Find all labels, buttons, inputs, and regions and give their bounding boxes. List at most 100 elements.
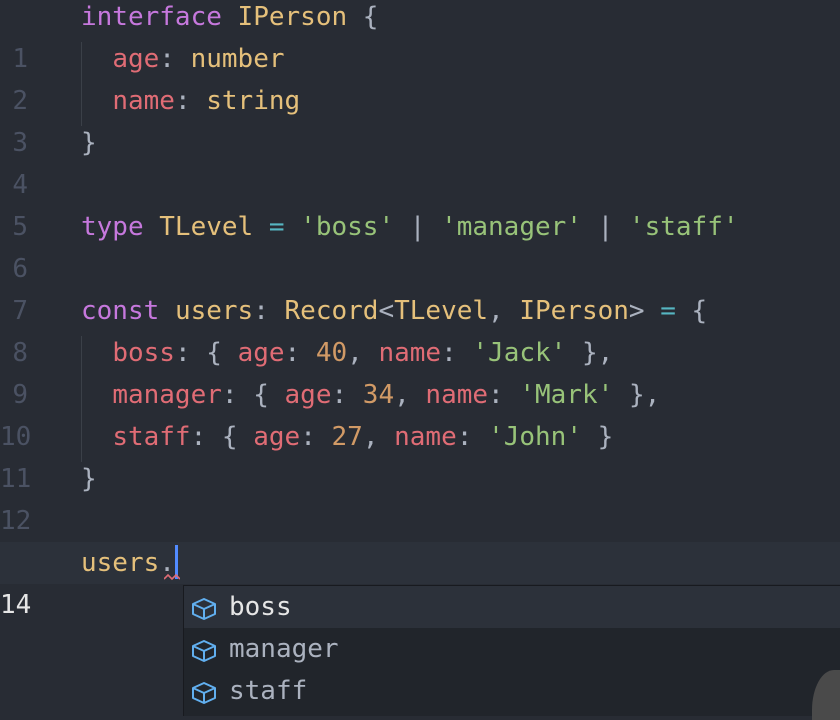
code-line[interactable]: 13 (0, 500, 840, 578)
code-line[interactable]: 3 name: string (0, 80, 840, 158)
code-line[interactable]: 12 } (0, 458, 840, 536)
string-token: 'manager' (441, 212, 582, 242)
code-line[interactable]: 2 age: number (0, 38, 840, 116)
line-content[interactable]: type TLevel = 'boss' | 'manager' | 'staf… (81, 206, 739, 248)
type-token: TLevel (394, 296, 489, 326)
number-token: 34 (362, 380, 395, 410)
colon-token: : (488, 380, 504, 410)
keyword-token: const (81, 296, 160, 326)
colon-token: : (456, 422, 473, 452)
type-name-token: TLevel (159, 212, 254, 242)
code-line[interactable]: 7 (0, 248, 840, 326)
property-cube-icon (192, 598, 216, 620)
suggestion-label: manager (229, 634, 339, 664)
colon-token: : (221, 380, 238, 410)
pipe-token: | (597, 212, 614, 242)
pipe-token: | (409, 212, 426, 242)
suggestion-label: boss (229, 592, 292, 622)
property-token: name (394, 422, 457, 452)
code-editor[interactable]: 1 interface IPerson { 2 age: number 3 na… (0, 0, 840, 720)
type-token: string (206, 86, 301, 116)
colon-token: : (284, 338, 301, 368)
comma-token: , (394, 380, 410, 410)
line-content[interactable]: staff: { age: 27, name: 'John' } (81, 416, 613, 458)
line-content[interactable]: interface IPerson { (81, 0, 378, 38)
property-token: age (112, 44, 160, 74)
brace-token: { (253, 380, 269, 410)
colon-token: : (253, 296, 269, 326)
comma-token: , (362, 422, 379, 452)
brace-token: { (221, 422, 238, 452)
variable-token: users (81, 548, 160, 578)
property-token: age (237, 338, 285, 368)
colon-token: : (159, 44, 175, 74)
variable-token: users (174, 296, 254, 326)
property-token: boss (112, 338, 175, 368)
code-line[interactable]: 11 staff: { age: 27, name: 'John' } (0, 416, 840, 494)
comma-token: , (488, 296, 504, 326)
string-token: 'Mark' (519, 380, 614, 410)
code-line[interactable]: 8 const users: Record<TLevel, IPerson> =… (0, 290, 840, 368)
property-cube-icon (192, 682, 216, 704)
number-token: 40 (315, 338, 348, 368)
property-token: name (425, 380, 489, 410)
brace-token: }, (581, 338, 614, 368)
code-line[interactable]: 1 interface IPerson { (0, 0, 840, 74)
comma-token: , (347, 338, 363, 368)
suggestion-item-manager[interactable]: manager (184, 628, 840, 670)
line-content[interactable]: age: number (81, 38, 285, 80)
colon-token: : (174, 86, 191, 116)
code-line[interactable]: 6 type TLevel = 'boss' | 'manager' | 'st… (0, 206, 840, 284)
brace-token: { (362, 2, 379, 32)
property-token: name (378, 338, 442, 368)
suggestion-item-boss[interactable]: boss (184, 586, 840, 628)
property-cube-icon (192, 640, 216, 662)
brace-token: } (81, 464, 97, 494)
line-content[interactable]: } (81, 458, 97, 500)
number-token: 27 (331, 422, 363, 452)
line-content[interactable]: manager: { age: 34, name: 'Mark' }, (81, 374, 660, 416)
property-token: manager (112, 380, 222, 410)
line-content[interactable]: const users: Record<TLevel, IPerson> = { (81, 290, 707, 332)
string-token: 'Jack' (472, 338, 567, 368)
brace-token: }, (628, 380, 661, 410)
code-line[interactable]: 5 (0, 164, 840, 242)
colon-token: : (190, 422, 207, 452)
suggestion-label: staff (229, 676, 308, 706)
property-token: name (112, 86, 175, 116)
type-token: number (190, 44, 285, 74)
type-token: Record (284, 296, 379, 326)
operator-token: = (660, 296, 676, 326)
property-token: staff (112, 422, 191, 452)
keyword-token: interface (81, 2, 222, 32)
code-line[interactable]: 10 manager: { age: 34, name: 'Mark' }, (0, 374, 840, 452)
code-line[interactable]: 9 boss: { age: 40, name: 'Jack' }, (0, 332, 840, 410)
brace-token: } (81, 128, 97, 158)
string-token: 'boss' (300, 212, 395, 242)
angle-bracket-token: > (628, 296, 645, 326)
autocomplete-suggestions[interactable]: boss manager staff (183, 585, 840, 716)
code-line-active[interactable]: 14 users. (0, 542, 840, 620)
line-number: 14 (0, 590, 32, 620)
error-squiggle-icon (164, 573, 180, 581)
colon-token: : (331, 380, 348, 410)
suggestion-item-staff[interactable]: staff (184, 670, 840, 712)
line-content[interactable]: } (81, 122, 97, 164)
operator-token: = (268, 212, 285, 242)
property-token: age (284, 380, 332, 410)
code-line[interactable]: 4 } (0, 122, 840, 200)
brace-token: { (691, 296, 708, 326)
string-token: 'staff' (628, 212, 739, 242)
type-name-token: IPerson (237, 2, 348, 32)
property-token: age (253, 422, 301, 452)
line-content[interactable]: boss: { age: 40, name: 'Jack' }, (81, 332, 613, 374)
angle-bracket-token: < (378, 296, 395, 326)
colon-token: : (441, 338, 457, 368)
brace-token: { (206, 338, 222, 368)
colon-token: : (300, 422, 316, 452)
keyword-token: type (81, 212, 144, 242)
brace-token: } (597, 422, 614, 452)
line-content[interactable]: name: string (81, 80, 300, 122)
colon-token: : (174, 338, 191, 368)
type-token: IPerson (519, 296, 629, 326)
